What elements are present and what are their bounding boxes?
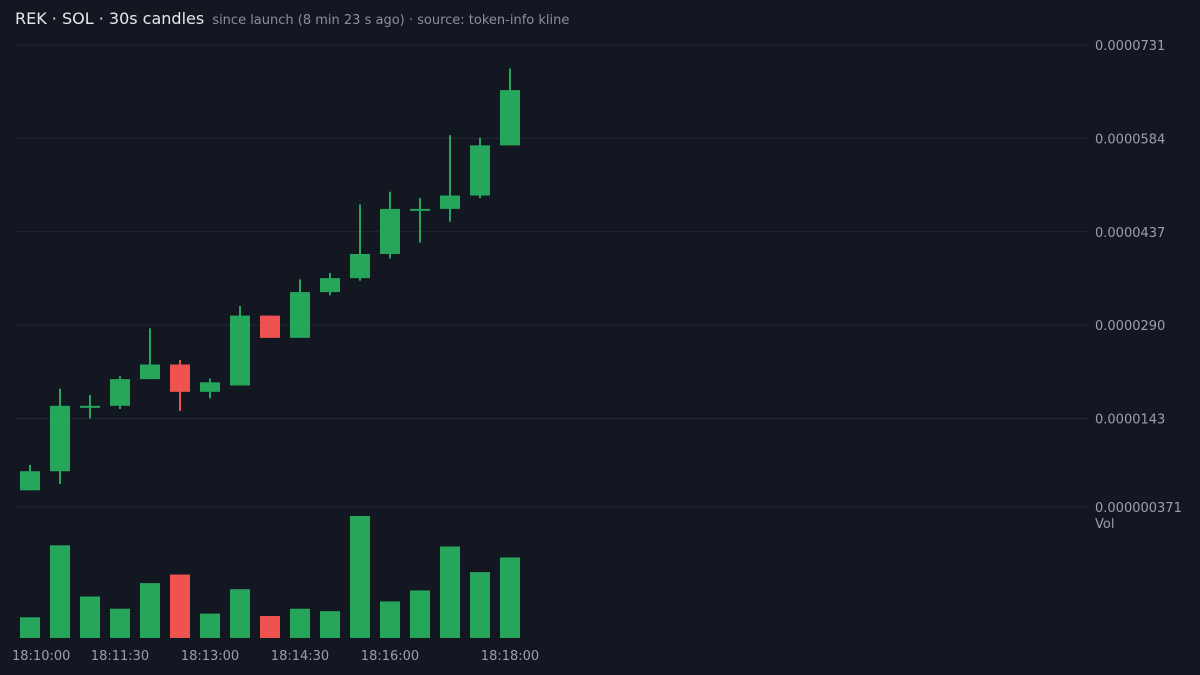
x-tick-label: 18:16:00	[361, 649, 419, 664]
x-tick-label: 18:18:00	[481, 649, 539, 664]
volume-bar	[170, 574, 190, 638]
volume-bar	[380, 601, 400, 638]
volume-bar	[140, 583, 160, 638]
y-tick-label: 0.0000731	[1095, 39, 1165, 54]
candle-body	[80, 405, 100, 408]
volume-bar	[440, 546, 460, 638]
y-tick-label: 0.000000371	[1095, 501, 1182, 516]
x-axis-ticks: 18:10:00 18:11:30 18:13:00 18:14:30 18:16:00…	[12, 649, 539, 664]
x-tick-label: 18:10:00	[12, 649, 70, 664]
y-tick-label: 0.0000584	[1095, 132, 1165, 147]
grid-lines	[15, 44, 1088, 508]
volume-bar	[290, 608, 310, 638]
volume-bar	[410, 590, 430, 638]
candle-body	[170, 364, 190, 392]
volume-bar	[110, 608, 130, 638]
candle-body	[260, 315, 280, 338]
candle-body	[410, 208, 430, 211]
candle-body	[290, 292, 310, 338]
candle-body	[350, 253, 370, 279]
x-tick-label: 18:11:30	[91, 649, 149, 664]
candle-body	[230, 315, 250, 386]
volume-bar	[320, 611, 340, 638]
volume-bar	[260, 616, 280, 638]
y-axis-ticks: 0.0000731 0.0000584 0.0000437 0.0000290 0.00…	[1095, 39, 1182, 516]
candle-body	[200, 382, 220, 392]
candle-body	[500, 90, 520, 146]
candle-body	[320, 278, 340, 293]
volume-bar	[500, 557, 520, 638]
x-tick-label: 18:13:00	[181, 649, 239, 664]
x-tick-label: 18:14:30	[271, 649, 329, 664]
candle-body	[140, 364, 160, 380]
candle-body	[470, 145, 490, 196]
candlestick-chart[interactable]: 0.0000731 0.0000584 0.0000437 0.0000290 0.00…	[0, 0, 1200, 675]
candle-body	[440, 195, 460, 209]
y-tick-label: 0.0000290	[1095, 319, 1165, 334]
candle-body	[20, 471, 40, 491]
volume-axis-label: Vol	[1095, 517, 1114, 532]
volume-bar	[80, 596, 100, 638]
y-tick-label: 0.0000437	[1095, 226, 1165, 241]
candles	[20, 68, 520, 491]
volume-bar	[230, 589, 250, 638]
volume-bar	[470, 572, 490, 638]
volume-bar	[20, 617, 40, 638]
volume-bar	[200, 613, 220, 638]
candle-body	[380, 208, 400, 254]
candle-body	[110, 379, 130, 406]
volume-bar	[350, 516, 370, 638]
volume-bar	[50, 545, 70, 638]
candle-body	[50, 405, 70, 472]
volume-bars	[20, 516, 520, 638]
y-tick-label: 0.0000143	[1095, 413, 1165, 428]
